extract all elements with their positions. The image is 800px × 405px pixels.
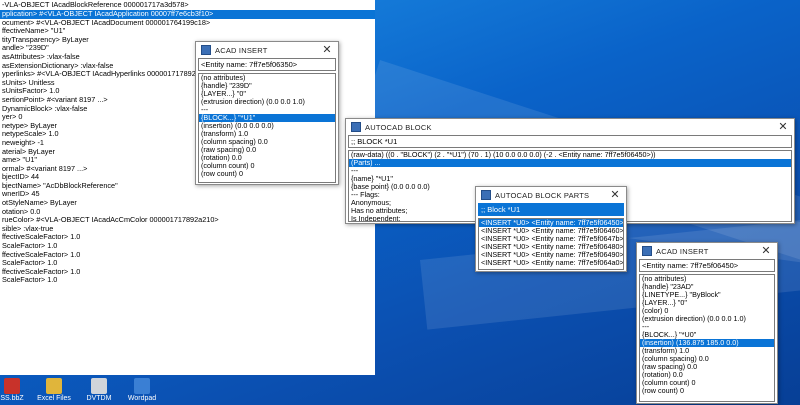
block-name-field[interactable]: ;; BLOCK *U1: [348, 135, 792, 148]
list-item[interactable]: {LAYER...} "0": [199, 90, 335, 98]
title-bar[interactable]: AUTOCAD BLOCK PARTS ✕: [476, 187, 626, 203]
list-item[interactable]: (no attributes): [640, 275, 774, 283]
list-item[interactable]: {handle} "23AD": [640, 283, 774, 291]
close-icon[interactable]: ✕: [776, 120, 790, 134]
list-item[interactable]: {BLOCK...} "*U1": [199, 114, 335, 122]
block-parts-field[interactable]: ;; Block *U1: [478, 203, 624, 216]
list-item[interactable]: sible> :vlax-true: [0, 225, 375, 234]
desktop-icon-dvtdm[interactable]: DVTDM: [84, 378, 114, 405]
list-item[interactable]: (column count) 0: [640, 379, 774, 387]
list-item[interactable]: wnerID> 45: [0, 190, 375, 199]
close-icon[interactable]: ✕: [320, 43, 334, 57]
list-item[interactable]: <INSERT *U0> <Entity name: 7ff7e5f06460>: [479, 227, 623, 235]
list-item[interactable]: (rotation) 0.0: [640, 371, 774, 379]
entity-field[interactable]: <Entity name: 7ff7e5f06350>: [198, 58, 336, 71]
list-item[interactable]: ScaleFactor> 1.0: [0, 259, 375, 268]
list-item[interactable]: (row count) 0: [199, 170, 335, 178]
list-item[interactable]: ---: [199, 106, 335, 114]
app-icon: [91, 378, 107, 394]
list-item[interactable]: ---: [349, 167, 791, 175]
list-item[interactable]: ScaleFactor> 1.0: [0, 276, 375, 285]
close-icon[interactable]: ✕: [608, 188, 622, 202]
autocad-block-parts-window: AUTOCAD BLOCK PARTS ✕ ;; Block *U1 <INSE…: [475, 186, 627, 272]
list-item[interactable]: {name} "*U1": [349, 175, 791, 183]
list-item[interactable]: ScaleFactor> 1.0: [0, 242, 375, 251]
list-item[interactable]: otStyleName> ByLayer: [0, 199, 375, 208]
list-item[interactable]: (row count) 0: [640, 387, 774, 395]
acad-insert-window-2: ACAD INSERT ✕ <Entity name: 7ff7e5f06450…: [636, 242, 778, 404]
list-item[interactable]: (raw spacing) 0.0: [640, 363, 774, 371]
desktop-icon-excel-files[interactable]: Excel Files: [34, 378, 74, 405]
desktop-icon-ss[interactable]: SS.bbZ: [0, 378, 24, 405]
list-item[interactable]: (insertion) (136.875 185.0 0.0): [640, 339, 774, 347]
title-bar[interactable]: AUTOCAD BLOCK ✕: [346, 119, 794, 135]
list-item[interactable]: (transform) 1.0: [640, 347, 774, 355]
list-item[interactable]: {LAYER...} "0": [640, 299, 774, 307]
list-item[interactable]: (Parts) ...: [349, 159, 791, 167]
list-item[interactable]: <INSERT *U0> <Entity name: 7ff7e5f06450>: [479, 219, 623, 227]
list-item[interactable]: (column count) 0: [199, 162, 335, 170]
desktop-icon-wordpad[interactable]: Wordpad: [124, 378, 160, 405]
file-icon: [4, 378, 20, 394]
desktop-icons: SS.bbZ Excel Files DVTDM Wordpad: [0, 378, 180, 405]
folder-icon: [46, 378, 62, 394]
list-item[interactable]: <INSERT *U0> <Entity name: 7ff7e5f064a0>: [479, 259, 623, 267]
list-item[interactable]: ---: [640, 323, 774, 331]
list-item[interactable]: {handle} "239D": [199, 82, 335, 90]
list-item[interactable]: (raw spacing) 0.0: [199, 146, 335, 154]
block-parts-list[interactable]: <INSERT *U0> <Entity name: 7ff7e5f06450>…: [478, 218, 624, 270]
list-item[interactable]: rueColor> #<VLA-OBJECT IAcadAcCmColor 00…: [0, 216, 375, 225]
insert-property-list[interactable]: (no attributes) {handle} "239D" {LAYER...}…: [198, 73, 336, 183]
list-item[interactable]: (no attributes): [199, 74, 335, 82]
list-item[interactable]: pplication> #<VLA-OBJECT IAcadApplicatio…: [0, 10, 375, 19]
title-bar[interactable]: ACAD INSERT ✕: [196, 42, 338, 58]
list-item[interactable]: (color) 0: [640, 307, 774, 315]
list-item[interactable]: {LINETYPE...} "ByBlock": [640, 291, 774, 299]
list-item[interactable]: ffectiveScaleFactor> 1.0: [0, 268, 375, 277]
list-item[interactable]: (extrusion direction) (0.0 0.0 1.0): [199, 98, 335, 106]
list-item[interactable]: (insertion) (0.0 0.0 0.0): [199, 122, 335, 130]
list-item[interactable]: (column spacing) 0.0: [640, 355, 774, 363]
window-icon: [201, 45, 211, 55]
window-icon: [351, 122, 361, 132]
list-item[interactable]: <INSERT *U0> <Entity name: 7ff7e5f0647b>: [479, 235, 623, 243]
list-item[interactable]: (transform) 1.0: [199, 130, 335, 138]
window-icon: [642, 246, 652, 256]
list-item[interactable]: (raw-data) ((0 . "BLOCK") (2 . "*U1") (7…: [349, 151, 791, 159]
title-bar[interactable]: ACAD INSERT ✕: [637, 243, 777, 259]
list-item[interactable]: ffectiveScaleFactor> 1.0: [0, 233, 375, 242]
list-item[interactable]: (extrusion direction) (0.0 0.0 1.0): [640, 315, 774, 323]
list-item[interactable]: (column spacing) 0.0: [199, 138, 335, 146]
acad-insert-window-1: ACAD INSERT ✕ <Entity name: 7ff7e5f06350…: [195, 41, 339, 185]
wordpad-icon: [134, 378, 150, 394]
entity-field[interactable]: <Entity name: 7ff7e5f06450>: [639, 259, 775, 272]
list-item[interactable]: <INSERT *U0> <Entity name: 7ff7e5f06480>: [479, 243, 623, 251]
list-item[interactable]: (rotation) 0.0: [199, 154, 335, 162]
list-item[interactable]: ffectiveName> "U1": [0, 27, 375, 36]
list-item[interactable]: ffectiveScaleFactor> 1.0: [0, 251, 375, 260]
main-title: -VLA-OBJECT IAcadBlockReference 00000171…: [2, 0, 189, 9]
insert-property-list[interactable]: (no attributes) {handle} "23AD" {LINETYPE.…: [639, 274, 775, 402]
list-item[interactable]: <INSERT *U0> <Entity name: 7ff7e5f06490>: [479, 251, 623, 259]
list-item[interactable]: {BLOCK...} "*U0": [640, 331, 774, 339]
window-icon: [481, 190, 491, 200]
list-item[interactable]: otation> 0.0: [0, 208, 375, 217]
close-icon[interactable]: ✕: [759, 244, 773, 258]
list-item[interactable]: ocument> #<VLA-OBJECT IAcadDocument 0000…: [0, 19, 375, 28]
